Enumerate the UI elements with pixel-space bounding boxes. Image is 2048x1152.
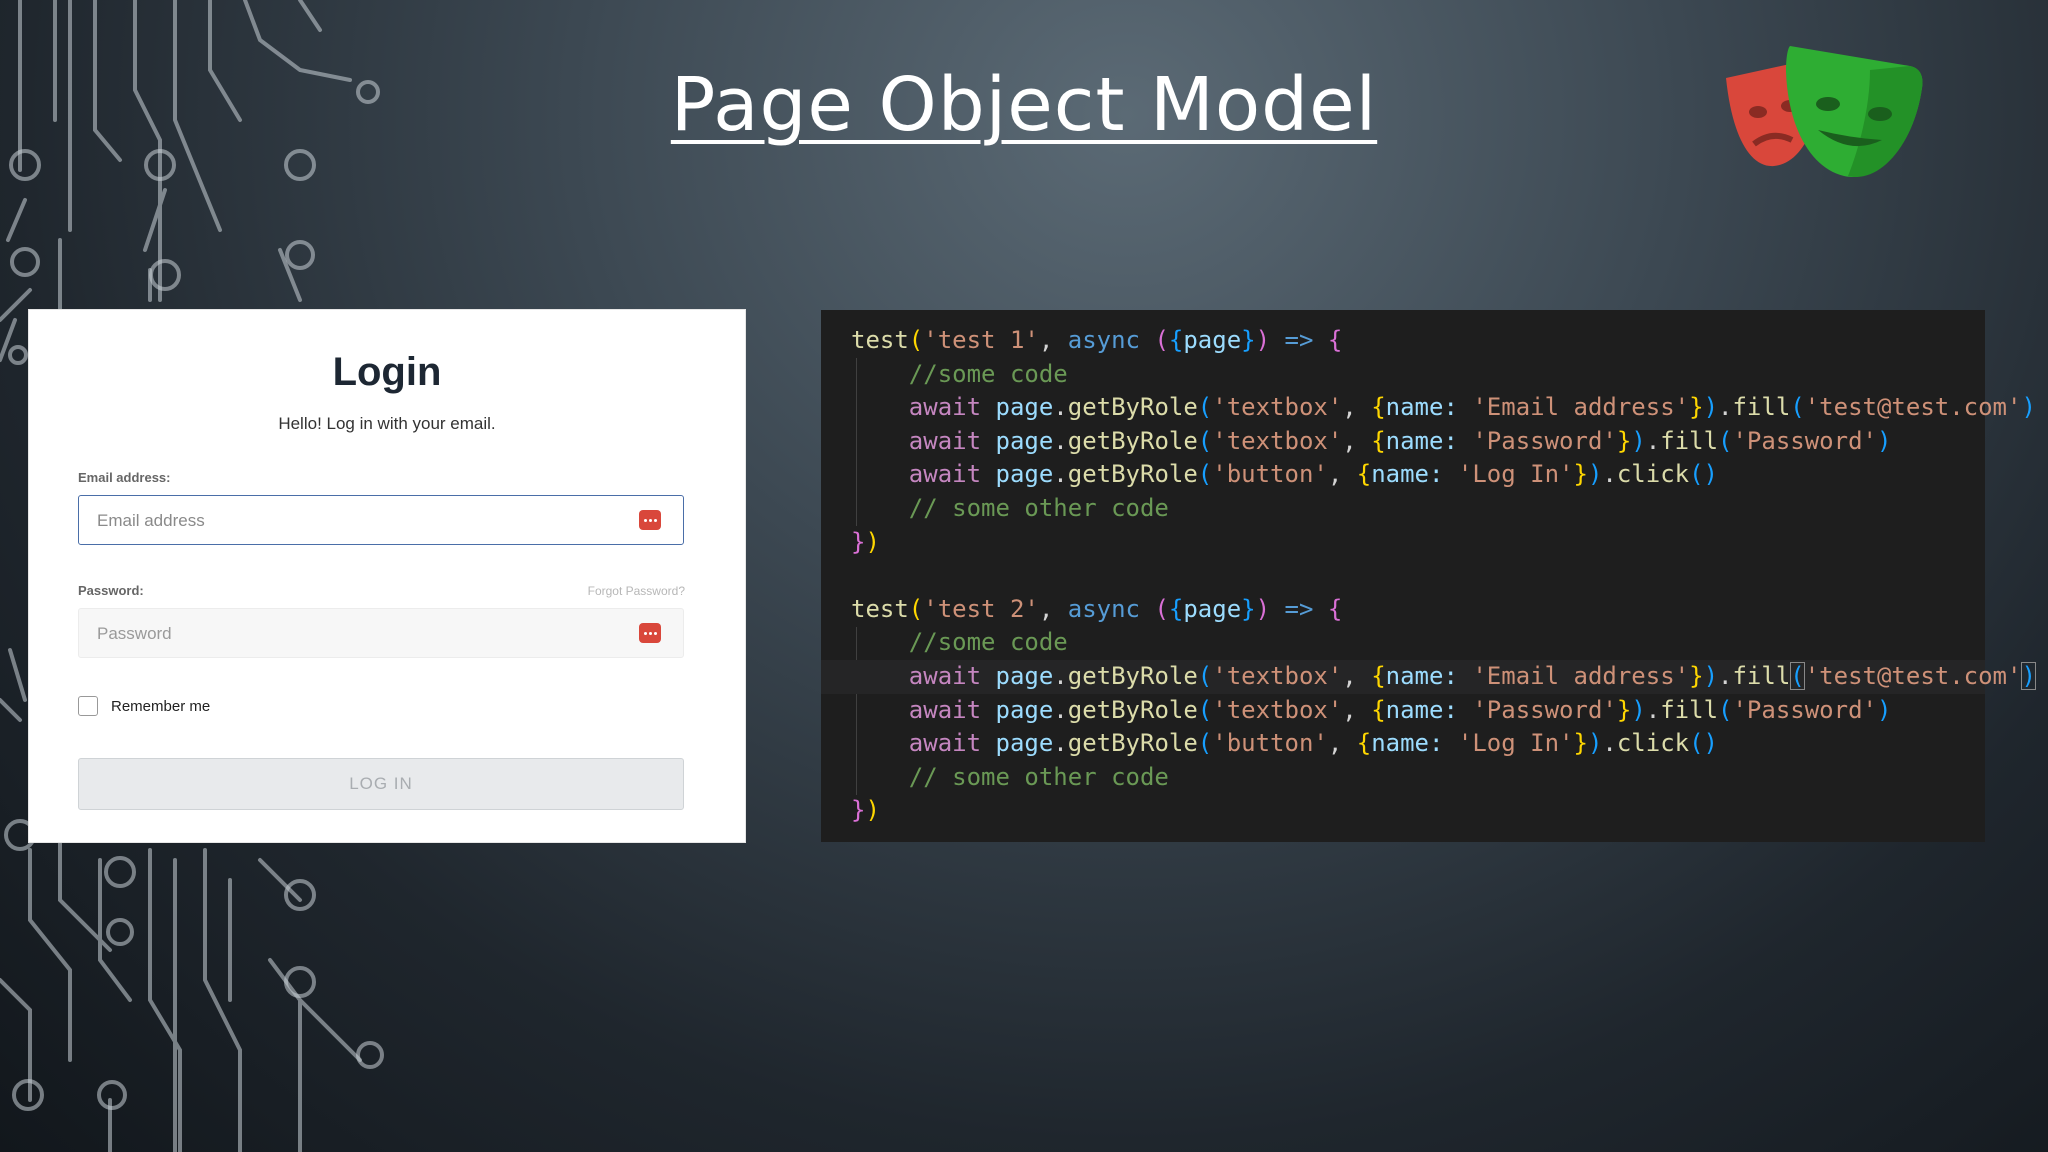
code-line: // some other code [908,493,1169,522]
password-label: Password: [78,583,144,598]
code-line: //some code [908,359,1068,388]
code-editor[interactable]: test('test 1', async ({page}) => { //som… [821,310,2036,842]
password-input[interactable] [95,609,619,659]
password-field[interactable] [78,608,684,659]
password-manager-key-icon[interactable] [639,510,661,530]
active-string: 'test@test.com' [1804,661,2022,690]
code-line: await page.getByRole('button', {name: 'L… [908,460,1719,489]
email-label: Email address: [78,470,171,485]
code-line: await page.getByRole('button', {name: 'L… [908,729,1719,758]
code-line: await page.getByRole('textbox', {name: '… [908,695,1892,724]
code-line-active: await page.getByRole('textbox', {name: '… [821,659,2036,694]
email-input[interactable] [95,496,619,546]
code-line: await page.getByRole('textbox', {name: '… [908,426,1892,455]
code-line: //some code [908,628,1068,657]
login-form-card: Login Hello! Log in with your email. Ema… [29,310,745,842]
email-field[interactable] [78,495,684,546]
forgot-password-link[interactable]: Forgot Password? [588,584,685,598]
code-line: }) [851,796,880,825]
code-line: // some other code [908,762,1169,791]
code-line: }) [851,527,880,556]
login-title: Login [332,350,442,394]
code-line: test('test 2', async ({page}) => { [851,594,1343,623]
login-button[interactable]: LOG IN [78,758,684,810]
remember-me-label[interactable]: Remember me [111,698,210,715]
playwright-logo-icon [1726,46,1923,178]
remember-me-checkbox[interactable] [78,696,98,716]
code-line: await page.getByRole('textbox', {name: '… [908,393,2036,422]
login-subtitle: Hello! Log in with your email. [278,414,496,433]
code-line: test('test 1', async ({page}) => { [851,326,1343,354]
password-manager-key-icon[interactable] [639,623,661,643]
